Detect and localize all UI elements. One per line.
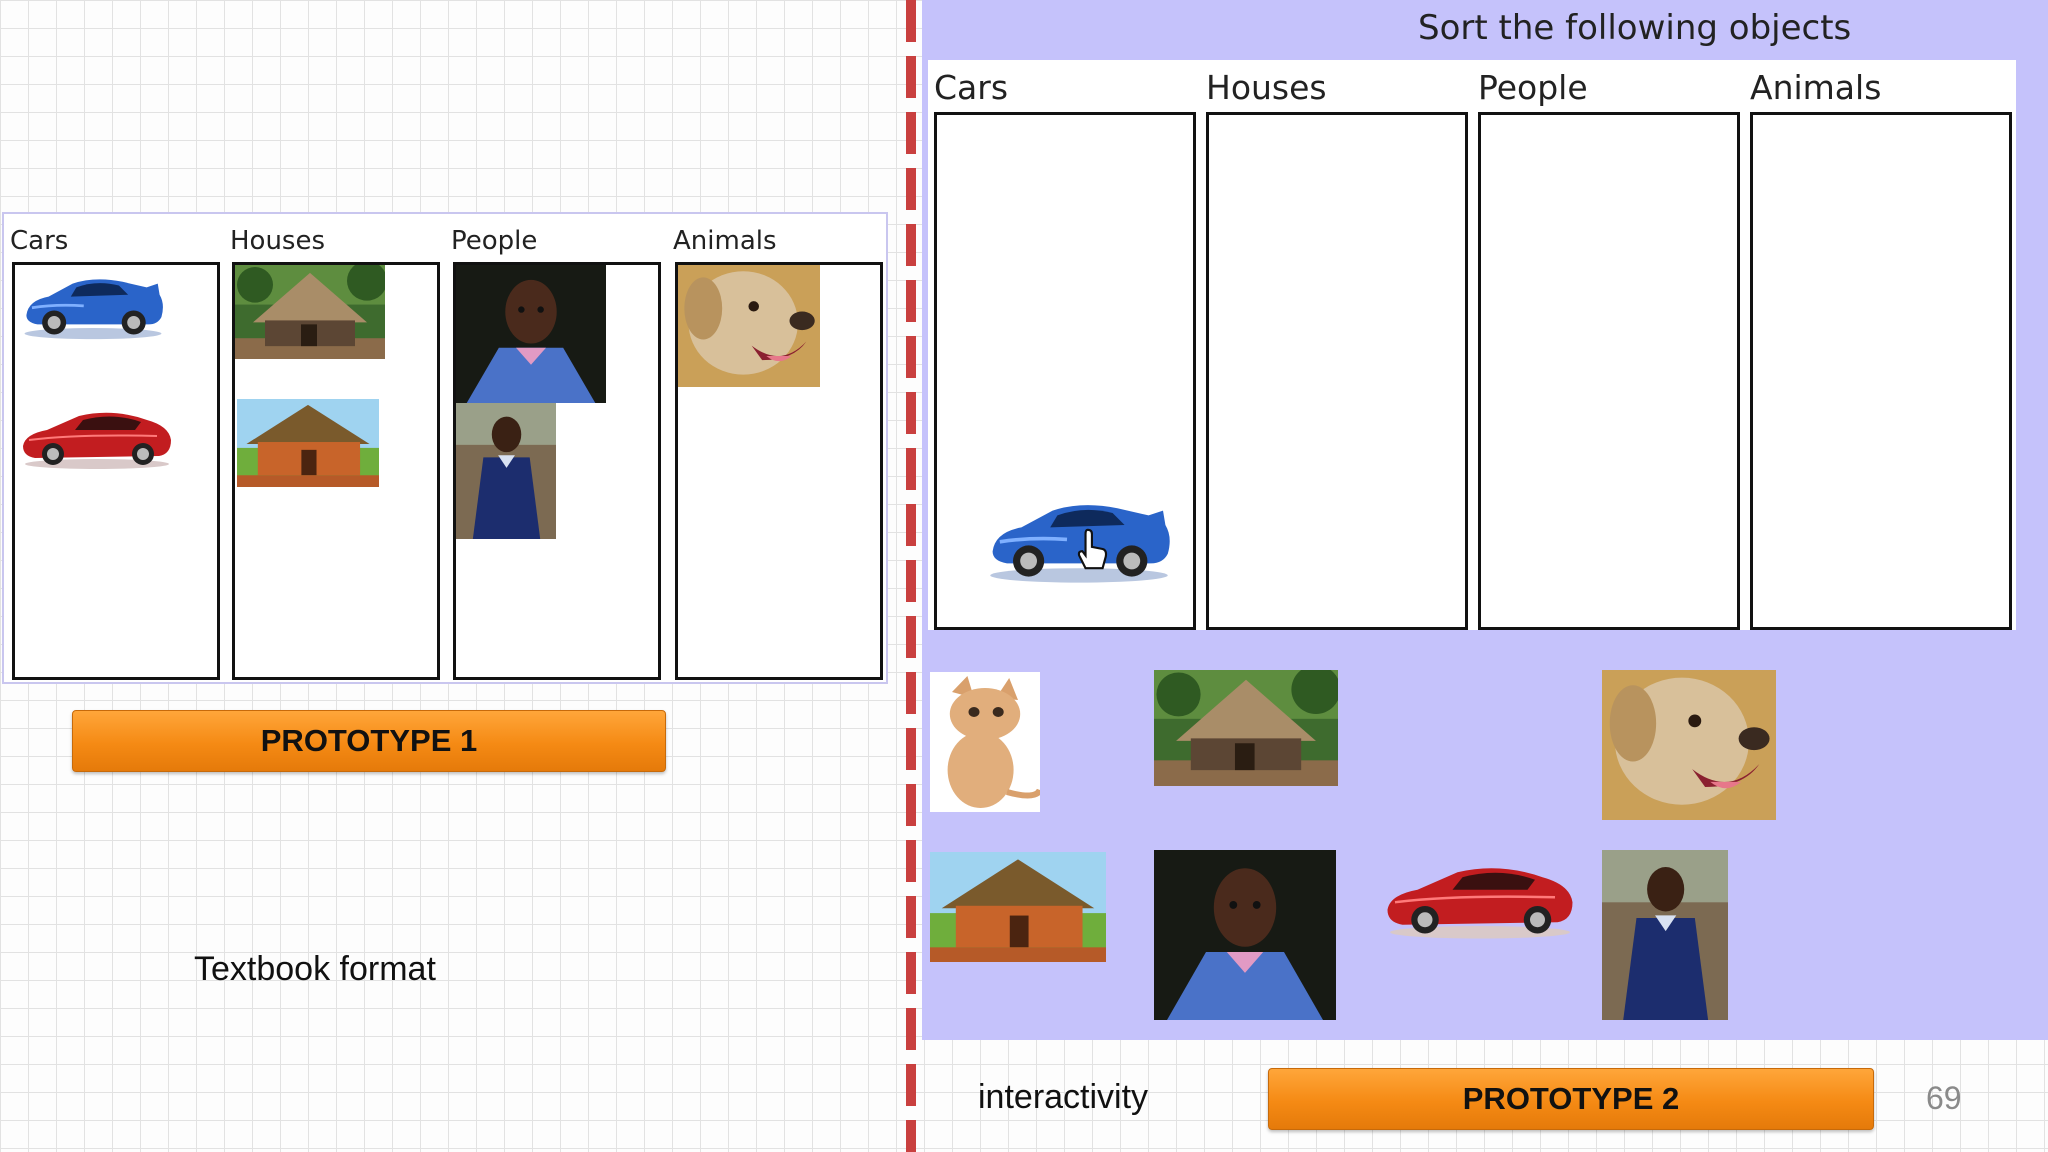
p1-drop-box [453, 262, 661, 680]
p1-column-cars: Cars [4, 214, 222, 682]
activity-title: Sort the following objects [1418, 8, 1852, 48]
girl-draggable[interactable] [1154, 850, 1336, 1020]
dashed-divider [906, 0, 916, 1152]
p1-column-animals: Animals [667, 214, 885, 682]
p1-drop-box [675, 262, 883, 680]
interactivity-caption: interactivity [978, 1078, 1149, 1116]
p2-column-heading: People [1478, 68, 1588, 107]
round-house-image [237, 399, 379, 487]
p1-column-heading: People [451, 226, 538, 256]
p2-drop-zone[interactable] [1478, 112, 1740, 630]
kitten-draggable[interactable] [930, 672, 1040, 812]
p1-column-heading: Animals [673, 226, 777, 256]
blue-car-image [17, 267, 169, 341]
p2-column-heading: Houses [1206, 68, 1327, 107]
p2-column-animals: Animals [1744, 60, 2016, 630]
p2-drop-zone[interactable] [1750, 112, 2012, 630]
prototype2-activity-panel: Sort the following objects Cars Houses P… [922, 0, 2048, 1040]
p2-column-cars: Cars [928, 60, 1200, 630]
boy-draggable[interactable] [1602, 850, 1728, 1020]
p2-column-people: People [1472, 60, 1744, 630]
boy-photo [456, 403, 556, 539]
p1-drop-box [12, 262, 220, 680]
hand-cursor-icon [1077, 527, 1109, 571]
p2-drop-zone[interactable] [934, 112, 1196, 630]
round-house-draggable[interactable] [930, 852, 1106, 962]
p1-column-heading: Cars [10, 226, 69, 256]
dog-draggable[interactable] [1602, 670, 1776, 820]
girl-photo [456, 265, 606, 403]
p1-drop-box [232, 262, 440, 680]
red-car-draggable[interactable] [1380, 852, 1580, 940]
page-number: 69 [1926, 1080, 1962, 1116]
grass-hut-draggable[interactable] [1154, 670, 1338, 786]
prototype2-button[interactable]: PROTOTYPE 2 [1268, 1068, 1874, 1130]
dog-photo [678, 265, 820, 387]
p2-column-heading: Cars [934, 68, 1009, 107]
p1-column-houses: Houses [224, 214, 442, 682]
p1-column-people: People [445, 214, 663, 682]
p2-column-houses: Houses [1200, 60, 1472, 630]
prototype1-button[interactable]: PROTOTYPE 1 [72, 710, 666, 772]
textbook-format-caption: Textbook format [194, 950, 436, 988]
grass-hut-image [235, 265, 385, 359]
p2-drop-zone[interactable] [1206, 112, 1468, 630]
p2-column-heading: Animals [1750, 68, 1882, 107]
red-car-image [17, 399, 177, 471]
prototype1-worksheet: Cars Houses People Animals [2, 212, 888, 684]
p1-column-heading: Houses [230, 226, 326, 256]
